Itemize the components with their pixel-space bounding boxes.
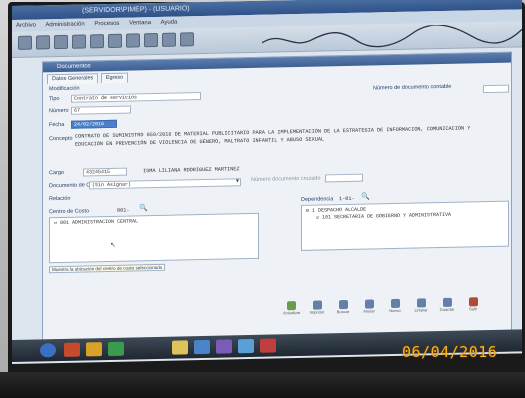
concepto-label: Concepto [49,135,73,143]
taskbar-app-5-icon[interactable] [216,339,232,354]
nuevo-button[interactable]: Nuevo [387,298,403,317]
tree-item-secretaria[interactable]: ☑ 101 SECRETARIA DE GOBIERNO Y ADMINISTR… [316,212,451,222]
dependencia-tree[interactable]: ⊟ 1 DESPACHO ALCALDE ☑ 101 SECRETARIA DE… [301,200,509,251]
menu-archivo[interactable]: Archivo [16,22,36,28]
toolbar-app-icon[interactable] [18,35,32,50]
fecha-label: Fecha [49,121,65,129]
toolbar-edit-icon[interactable] [72,34,86,49]
taskbar-folder-icon[interactable] [86,342,102,357]
dependencia-label: Dependencia [301,196,334,203]
pen-scribble-icon [262,24,522,48]
search-icon[interactable]: 🔍 [139,204,148,212]
tree-item-centro-costo[interactable]: ▭ 001 ADMINISTRACION CENTRAL [54,218,138,227]
tab-datos-generales[interactable]: Datos Generales [47,73,99,85]
centro-costo-tree[interactable]: ▭ 001 ADMINISTRACION CENTRAL ↖ [49,212,259,264]
cargo-id-field[interactable]: 43245415 [83,167,127,177]
toolbar-document-icon[interactable] [54,34,68,50]
menu-administracion[interactable]: Administración [45,21,84,28]
tipo-field[interactable]: Contrato de servicios [71,92,201,103]
search-icon-dependencia[interactable]: 🔍 [361,193,370,201]
imprimir-button[interactable]: Imprimir [309,300,325,318]
toolbar-tools-icon[interactable] [108,33,122,48]
relacion-label: Relación [49,195,71,203]
taskbar-app-4-icon[interactable] [194,339,210,355]
documents-window: Documentos Datos Generales Egreso Modifi… [42,51,512,362]
taskbar-app-2-icon[interactable] [108,341,124,356]
centro-costo-label: Centro de Costo [49,208,90,216]
taskbar-pdf-icon[interactable] [260,338,276,353]
toolbar-folder-icon[interactable] [36,35,50,50]
chevron-down-icon[interactable]: ▼ [235,178,240,184]
dependencia-code: 1-01- [339,195,355,203]
toolbar-settings-icon[interactable] [144,32,158,48]
section-label: Modificación [49,85,80,93]
centro-costo-code: 001- [117,207,130,214]
menu-ventana[interactable]: Ventana [129,20,151,26]
numero-doc-contable-field[interactable] [483,84,509,94]
cargo-name: ISMA LILIANA RODRIGUEZ MARTINEZ [143,166,240,175]
numero-field[interactable]: 67 [71,105,131,115]
guardar-button[interactable]: Guardar [439,297,455,316]
monitor-bezel-bottom [0,372,525,398]
actualizar-button[interactable]: Actualizar [283,301,301,319]
buscar-button[interactable]: Buscar [335,299,351,318]
taskbar-app-1-icon[interactable] [64,342,80,357]
toolbar-users-icon[interactable] [162,32,176,47]
numero-doc-cruce-field[interactable] [325,173,363,183]
doc-cruce-select[interactable]: (Sin Asignar) [89,178,241,190]
start-button-icon[interactable] [40,343,56,358]
salir-button[interactable]: Salir [465,297,481,315]
document-actions-toolbar: Actualizar Imprimir Buscar Anular Nuevo … [283,297,509,322]
limpiar-button[interactable]: Limpiar [413,298,429,316]
fecha-field[interactable]: 24/02/2016 [71,119,117,129]
numero-doc-contable-label: Número de documento contable [373,83,452,92]
numero-doc-cruce-label: Número documento cruzado [251,175,321,183]
menu-procesos[interactable]: Procesos [94,21,119,28]
cargo-label: Cargo [49,169,64,177]
toolbar-report-icon[interactable] [126,33,140,48]
photo-date-stamp: 06/04/2016 [402,343,498,361]
tipo-label: Tipo [49,96,60,103]
anular-button[interactable]: Anular [361,299,377,317]
toolbar-chart-icon[interactable] [90,34,104,49]
numero-label: Número [49,107,69,115]
tab-egreso[interactable]: Egreso [100,72,129,84]
taskbar-app-3-icon[interactable] [172,340,188,355]
tooltip-hint: Muestra la ubicación del centro de costo… [49,263,166,274]
cursor-icon: ↖ [110,241,116,249]
taskbar-app-6-icon[interactable] [238,338,254,354]
monitor-screen: (SERVIDOR\PIMEP) - (USUARIO) Archivo Adm… [12,0,522,365]
menu-ayuda[interactable]: Ayuda [160,20,177,26]
document-tabs: Datos Generales Egreso [47,72,129,85]
toolbar-help-icon[interactable] [180,32,194,47]
